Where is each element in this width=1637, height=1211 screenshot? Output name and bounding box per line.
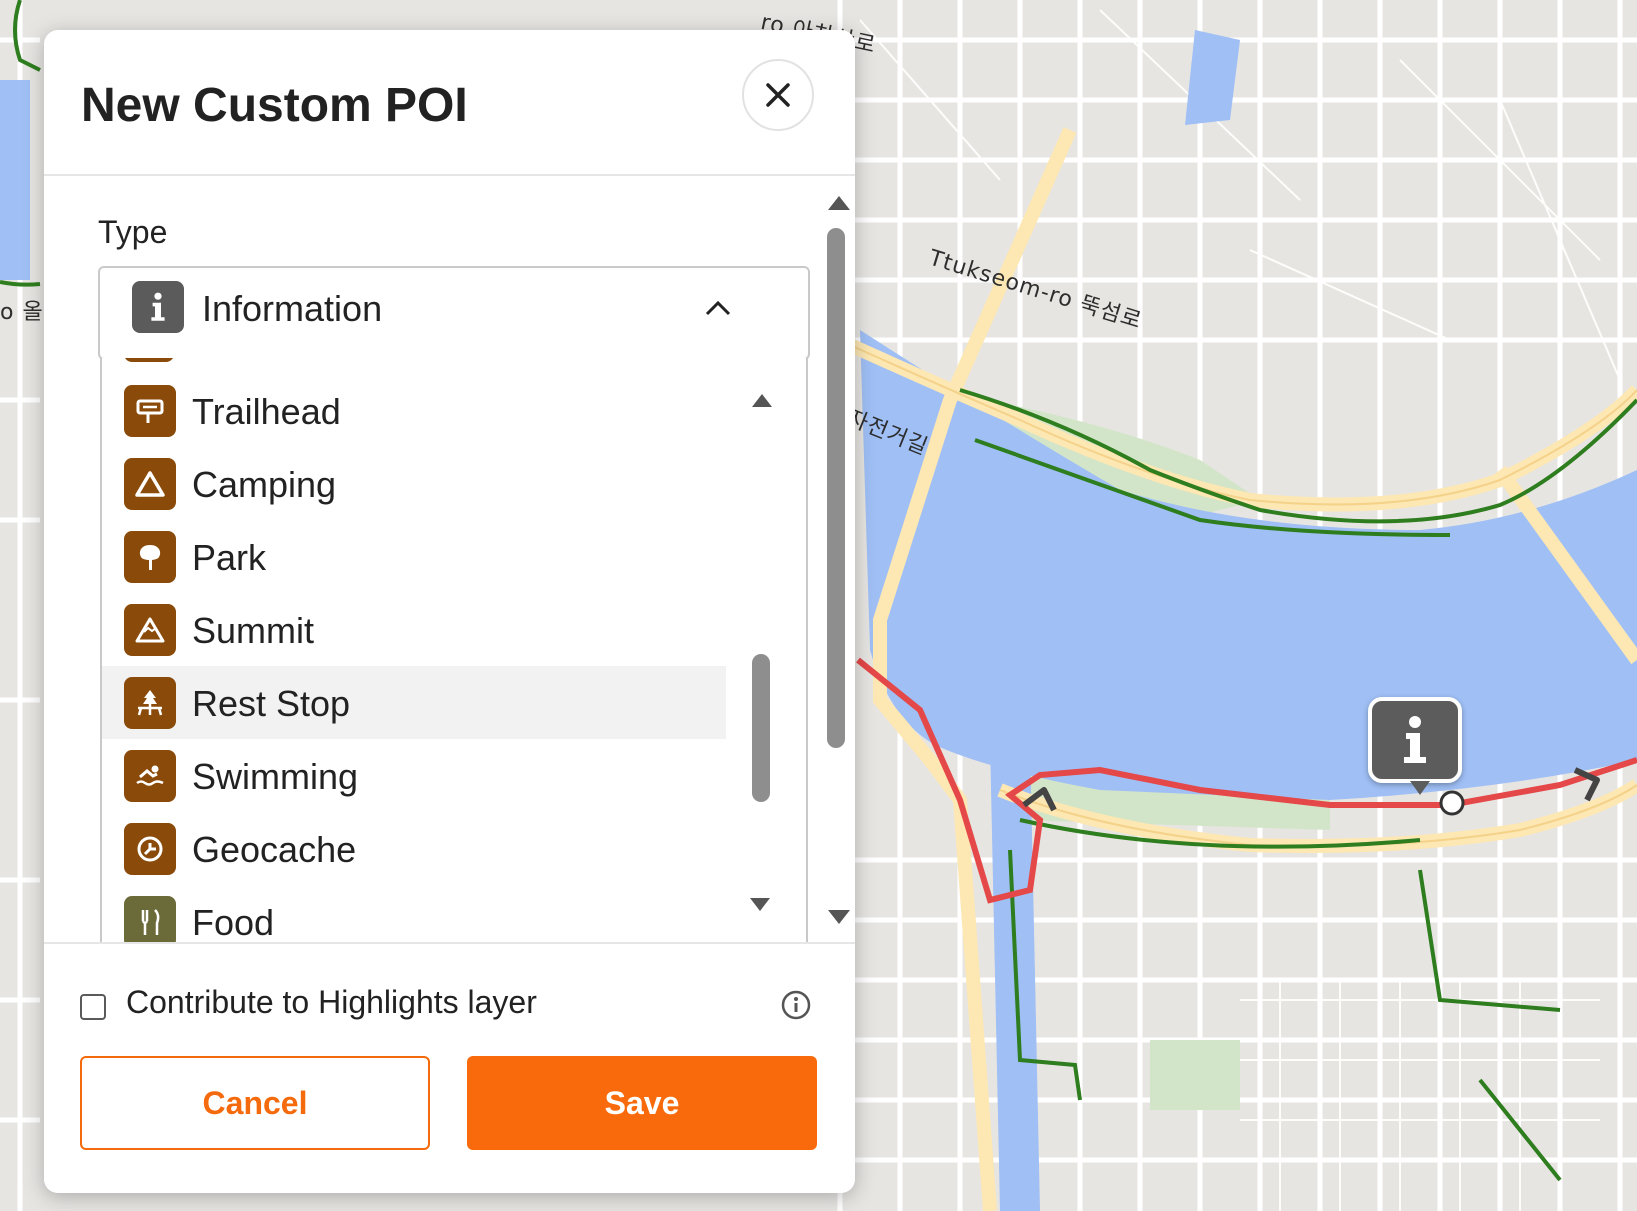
information-icon <box>1404 716 1426 763</box>
option-geocache[interactable]: Geocache <box>102 812 726 885</box>
option-label: Summit <box>192 610 315 651</box>
poi-marker[interactable] <box>1368 697 1462 795</box>
option-summit[interactable]: Summit <box>102 593 726 666</box>
scrollbar-thumb[interactable] <box>827 228 845 748</box>
fork-knife-icon <box>124 896 176 942</box>
scroll-down-arrow[interactable] <box>828 910 850 924</box>
option-label: Food <box>192 902 275 942</box>
type-select[interactable]: Information <box>98 266 810 360</box>
option-trailhead[interactable]: Trailhead <box>102 374 726 447</box>
close-icon <box>766 83 790 107</box>
tent-icon <box>124 458 176 510</box>
type-label: Type <box>98 214 168 250</box>
mountain-icon <box>124 604 176 656</box>
route-point <box>1439 790 1465 816</box>
type-options-list[interactable]: Trailhead Camping Park Summit Rest Stop … <box>100 358 808 942</box>
swimmer-icon <box>124 750 176 802</box>
option-label: Swimming <box>192 756 359 797</box>
dialog-title: New Custom POI <box>81 79 468 132</box>
option-label: Camping <box>192 464 337 505</box>
option-park[interactable]: Park <box>102 520 726 593</box>
tree-icon <box>124 531 176 583</box>
option-label: Park <box>192 537 267 578</box>
option-label: Trailhead <box>192 391 341 432</box>
map-label-left-road: o 올 <box>0 300 44 325</box>
geocache-icon <box>124 823 176 875</box>
scroll-up-arrow[interactable] <box>828 196 850 210</box>
dialog-header: New Custom POI <box>44 30 855 176</box>
information-icon <box>132 281 184 333</box>
close-button[interactable] <box>742 59 814 131</box>
list-scroll-up-arrow[interactable] <box>752 394 772 407</box>
option-rest-stop[interactable]: Rest Stop <box>102 666 726 739</box>
cancel-button[interactable]: Cancel <box>80 1056 430 1150</box>
option-swimming[interactable]: Swimming <box>102 739 726 812</box>
trailhead-sign-icon <box>124 385 176 437</box>
option-label: Rest Stop <box>192 683 351 724</box>
info-circle-icon[interactable] <box>781 990 811 1020</box>
new-poi-dialog: New Custom POI Type Information Trailhea… <box>44 30 855 1193</box>
dialog-footer: Contribute to Highlights layer Cancel Sa… <box>44 942 855 1193</box>
option-label: Geocache <box>192 829 357 870</box>
list-scrollbar-thumb[interactable] <box>752 654 770 802</box>
save-button[interactable]: Save <box>467 1056 817 1150</box>
list-scroll-down-arrow[interactable] <box>750 898 770 911</box>
type-select-value: Information <box>202 288 383 329</box>
dialog-body[interactable]: Type Information Trailhead Camping Park … <box>44 176 855 942</box>
option-food[interactable]: Food <box>102 885 726 942</box>
highlights-checkbox[interactable] <box>80 994 106 1020</box>
picnic-table-icon <box>124 677 176 729</box>
highlights-checkbox-label[interactable]: Contribute to Highlights layer <box>126 984 537 1021</box>
option-camping[interactable]: Camping <box>102 447 726 520</box>
partial-option-icon <box>124 358 174 362</box>
chevron-up-icon <box>705 300 731 316</box>
